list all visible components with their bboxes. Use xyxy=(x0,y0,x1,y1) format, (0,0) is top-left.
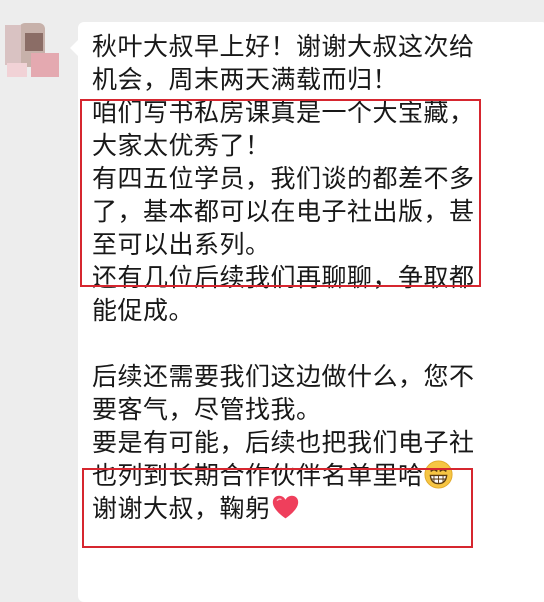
message-line: 秋叶大叔早上好！谢谢大叔这次给 xyxy=(92,32,475,61)
message-line: 要客气，尽管找我。 xyxy=(92,395,322,424)
message-line: 能促成。 xyxy=(92,296,195,325)
message-line-with-heart: 谢谢大叔，鞠躬 xyxy=(92,492,482,525)
avatar-pixel xyxy=(7,63,27,77)
avatar-pixel xyxy=(25,33,43,51)
message-line: 了，基本都可以在电子社出版，甚 xyxy=(92,197,475,226)
sender-avatar[interactable] xyxy=(5,15,59,77)
message-line: 要是有可能，后续也把我们电子社 xyxy=(92,428,475,457)
heart-icon xyxy=(272,495,298,519)
avatar-pixel xyxy=(5,25,21,65)
message-line: 有四五位学员，我们谈的都差不多 xyxy=(92,164,475,193)
avatar-pixel xyxy=(31,53,59,77)
message-line-text: 也列到长期合作伙伴名单里哈 xyxy=(92,461,424,490)
message-line: 咱们写书私房课真是一个大宝藏， xyxy=(92,98,475,127)
message-line-text: 谢谢大叔，鞠躬 xyxy=(92,494,271,523)
message-line: 至可以出系列。 xyxy=(92,230,271,259)
message-line: 还有几位后续我们再聊聊，争取都 xyxy=(92,263,475,292)
message-line-with-emoji: 也列到长期合作伙伴名单里哈 xyxy=(92,459,482,492)
message-line: 后续还需要我们这边做什么，您不 xyxy=(92,362,475,391)
message-line: 大家太优秀了！ xyxy=(92,131,271,160)
message-line: 机会，周末两天满载而归！ xyxy=(92,65,399,94)
message-text: 秋叶大叔早上好！谢谢大叔这次给 机会，周末两天满载而归！ 咱们写书私房课真是一个… xyxy=(92,30,482,525)
grin-emoji-icon xyxy=(423,460,453,489)
